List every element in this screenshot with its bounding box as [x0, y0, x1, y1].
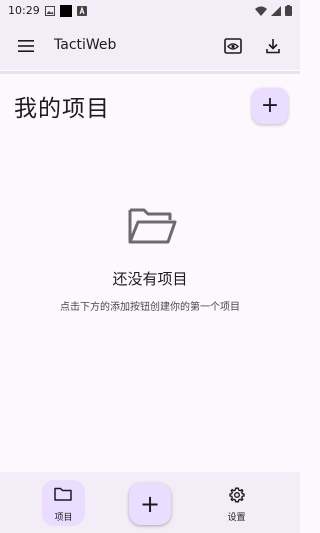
status-bar: 10:29 [0, 0, 300, 22]
empty-state-subtitle: 点击下方的添加按钮创建你的第一个项目 [60, 302, 240, 313]
download-button[interactable] [261, 34, 285, 58]
image-icon [45, 6, 55, 16]
preview-button[interactable] [221, 34, 245, 58]
status-time: 10:29 [8, 4, 40, 17]
page-title: 我的项目 [14, 96, 110, 122]
gear-icon [229, 487, 245, 503]
nav-projects-label: 项目 [54, 513, 73, 523]
add-icon: + [139, 490, 161, 518]
preview-icon [224, 38, 242, 54]
battery-icon [285, 5, 292, 16]
app-bar-divider [0, 71, 300, 74]
app-screen: 10:29 TactiWeb 我的项目 + 还没有项目 点击下方的添加按钮创建你… [0, 0, 300, 533]
nav-item-projects[interactable]: 项目 [42, 480, 85, 526]
menu-icon [18, 40, 34, 52]
nav-item-settings[interactable]: 设置 [215, 480, 258, 526]
download-icon [266, 39, 280, 54]
add-icon: + [260, 93, 280, 118]
bottom-navigation: 项目 + 设置 [0, 472, 300, 533]
folder-open-icon [128, 208, 177, 244]
app-title: TactiWeb [54, 37, 117, 53]
black-square-icon [60, 5, 72, 17]
nav-add-button[interactable]: + [129, 483, 171, 525]
font-icon [77, 6, 87, 16]
top-app-bar: TactiWeb [0, 22, 300, 70]
status-system-icons [255, 5, 292, 16]
status-notification-icons [45, 5, 87, 17]
add-project-button[interactable]: + [252, 88, 288, 124]
empty-state-title: 还没有项目 [112, 270, 188, 288]
nav-settings-label: 设置 [227, 513, 246, 523]
signal-icon [271, 5, 281, 16]
menu-button[interactable] [14, 34, 38, 58]
wifi-icon [255, 6, 267, 16]
folder-icon [54, 487, 72, 501]
